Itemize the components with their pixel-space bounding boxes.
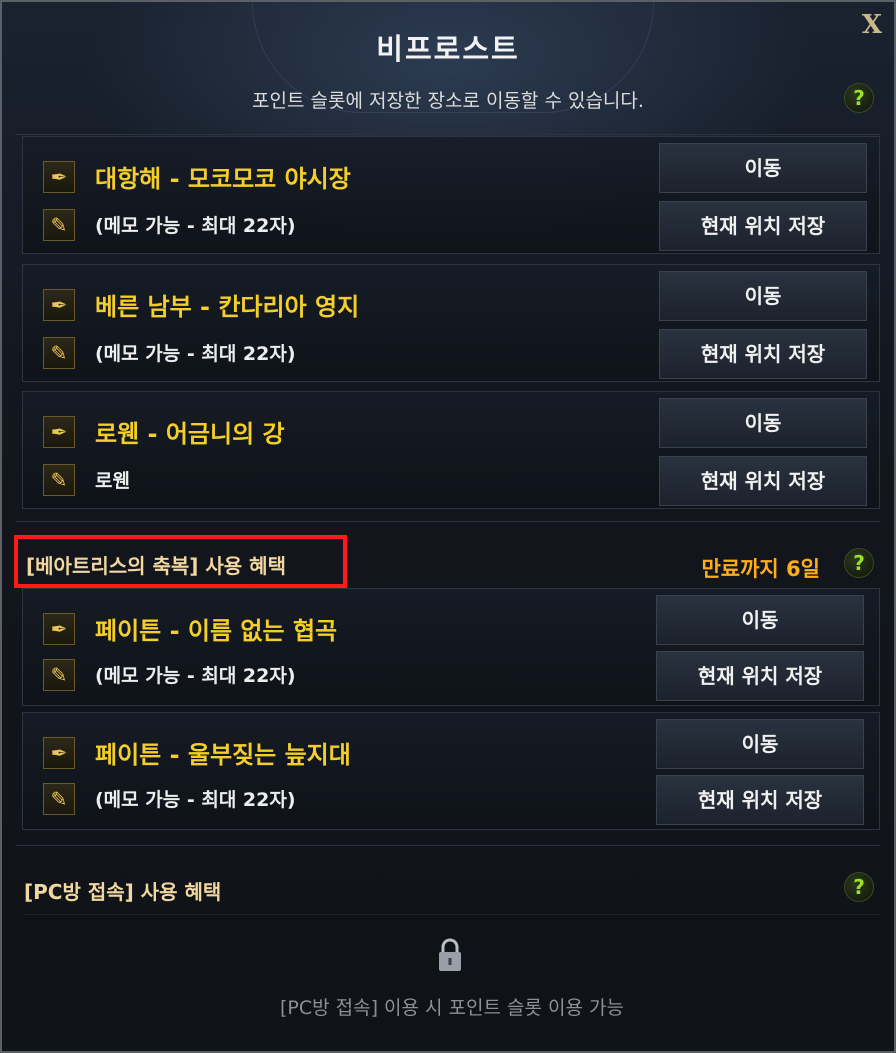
- divider: [16, 134, 880, 135]
- point-slot-2: ✒ 베른 남부 - 칸다리아 영지 ✎ (메모 가능 - 최대 22자) 이동 …: [22, 264, 880, 382]
- lock-icon: [439, 938, 461, 971]
- quill-pin-icon: ✒: [43, 161, 75, 193]
- beatrice-slot-2: ✒ 페이튼 - 울부짖는 늪지대 ✎ (메모 가능 - 최대 22자) 이동 현…: [22, 712, 880, 830]
- quill-pin-icon: ✒: [43, 613, 75, 645]
- edit-memo-icon[interactable]: ✎: [43, 783, 75, 815]
- slot-memo[interactable]: (메모 가능 - 최대 22자): [95, 661, 296, 688]
- slot-location-name: 페이튼 - 이름 없는 협곡: [95, 617, 338, 645]
- edit-memo-icon[interactable]: ✎: [43, 337, 75, 369]
- move-button[interactable]: 이동: [659, 271, 867, 321]
- divider: [16, 521, 880, 522]
- quill-pin-icon: ✒: [43, 737, 75, 769]
- move-button[interactable]: 이동: [659, 143, 867, 193]
- save-current-location-button[interactable]: 현재 위치 저장: [659, 329, 867, 379]
- help-icon[interactable]: ?: [844, 872, 874, 902]
- edit-memo-icon[interactable]: ✎: [43, 209, 75, 241]
- slot-location-name: 베른 남부 - 칸다리아 영지: [95, 293, 360, 321]
- slot-location-name: 로웬 - 어금니의 강: [95, 420, 285, 448]
- quill-pin-icon: ✒: [43, 416, 75, 448]
- divider: [16, 845, 880, 846]
- beatrice-section-label: [베아트리스의 축복] 사용 혜택: [26, 554, 286, 578]
- bifrost-window: 비프로스트 X 포인트 슬롯에 저장한 장소로 이동할 수 있습니다. ? ✒ …: [0, 0, 896, 1053]
- help-icon[interactable]: ?: [844, 83, 874, 113]
- window-title: 비프로스트: [376, 32, 520, 66]
- beatrice-slot-1: ✒ 페이튼 - 이름 없는 협곡 ✎ (메모 가능 - 최대 22자) 이동 현…: [22, 588, 880, 706]
- slot-memo[interactable]: (메모 가능 - 최대 22자): [95, 785, 296, 812]
- locked-message: [PC방 접속] 이용 시 포인트 슬롯 이용 가능: [279, 997, 625, 1019]
- slot-memo[interactable]: (메모 가능 - 최대 22자): [95, 211, 296, 238]
- save-current-location-button[interactable]: 현재 위치 저장: [656, 775, 864, 825]
- point-slot-1: ✒ 대항해 - 모코모코 야시장 ✎ (메모 가능 - 최대 22자) 이동 현…: [22, 136, 880, 254]
- move-button[interactable]: 이동: [656, 595, 864, 645]
- edit-memo-icon[interactable]: ✎: [43, 464, 75, 496]
- close-button[interactable]: X: [862, 10, 882, 40]
- slot-memo[interactable]: (메모 가능 - 최대 22자): [95, 339, 296, 366]
- help-icon[interactable]: ?: [844, 548, 874, 578]
- slot-memo[interactable]: 로웬: [95, 466, 130, 493]
- slot-location-name: 페이튼 - 울부짖는 늪지대: [95, 741, 351, 769]
- point-slot-3: ✒ 로웬 - 어금니의 강 ✎ 로웬 이동 현재 위치 저장: [22, 391, 880, 509]
- move-button[interactable]: 이동: [656, 719, 864, 769]
- pcbang-section-label: [PC방 접속] 사용 혜택: [24, 880, 222, 904]
- expiry-text: 만료까지 6일: [701, 557, 820, 581]
- edit-memo-icon[interactable]: ✎: [43, 659, 75, 691]
- move-button[interactable]: 이동: [659, 398, 867, 448]
- save-current-location-button[interactable]: 현재 위치 저장: [656, 651, 864, 701]
- save-current-location-button[interactable]: 현재 위치 저장: [659, 456, 867, 506]
- window-subtitle: 포인트 슬롯에 저장한 장소로 이동할 수 있습니다.: [252, 90, 644, 112]
- save-current-location-button[interactable]: 현재 위치 저장: [659, 201, 867, 251]
- slot-location-name: 대항해 - 모코모코 야시장: [95, 165, 351, 193]
- locked-slot-area: [PC방 접속] 이용 시 포인트 슬롯 이용 가능: [24, 914, 880, 1048]
- quill-pin-icon: ✒: [43, 289, 75, 321]
